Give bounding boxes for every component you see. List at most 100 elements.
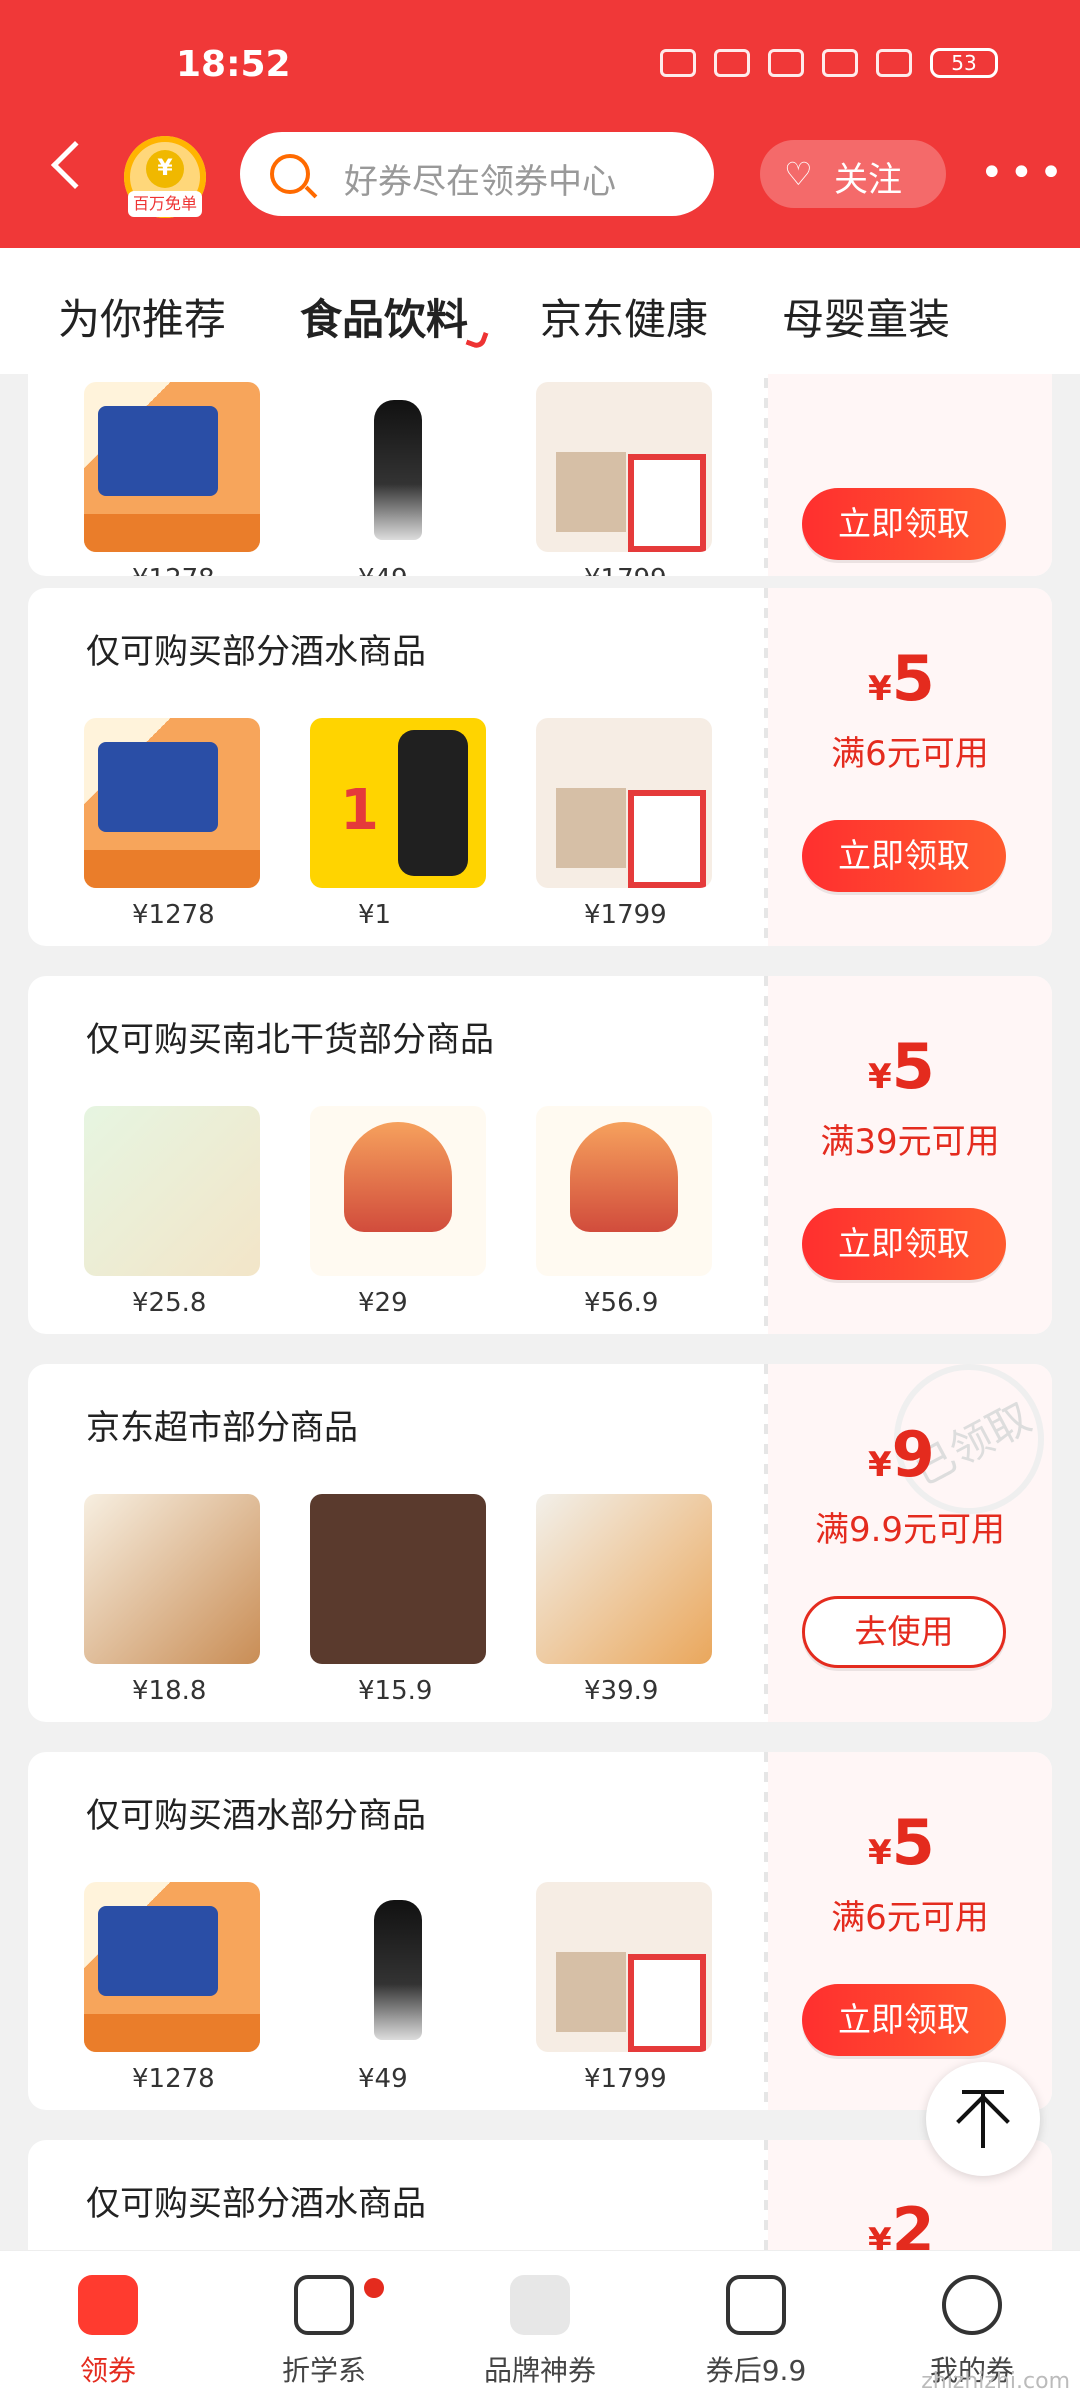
- tab-jd-health[interactable]: 京东健康: [540, 286, 708, 347]
- search-field[interactable]: 好券尽在领券中心: [240, 132, 714, 216]
- coupon-condition: 满6元可用: [831, 734, 989, 774]
- coupon-value: 9: [891, 1418, 935, 1491]
- claim-button[interactable]: 立即领取: [802, 820, 1006, 892]
- battery-icon: 53: [930, 48, 998, 78]
- claim-button[interactable]: 立即领取: [802, 1208, 1006, 1280]
- tab-baby-kids[interactable]: 母婴童装: [782, 286, 950, 347]
- card-title: 仅可购买部分酒水商品: [86, 632, 426, 672]
- notification-dot: [364, 2278, 384, 2298]
- tab-fade: [950, 248, 1080, 374]
- coupon-amount: ¥5: [868, 1030, 935, 1103]
- claim-button[interactable]: 立即领取: [802, 488, 1006, 560]
- nav-label: 折学系: [281, 2354, 366, 2387]
- coupon-card: ¥1278 ¥49 ¥1799 立即领取: [28, 374, 1052, 576]
- coupon-card: 仅可购买南北干货部分商品 ¥25.8 ¥29 ¥56.9 ¥5 满39元可用 立…: [28, 976, 1052, 1334]
- coupon-card: 仅可购买酒水部分商品 ¥1278 ¥49 ¥1799 ¥5 满6元可用 立即领取: [28, 1752, 1052, 2110]
- coupon-value: 5: [891, 1030, 935, 1103]
- card-right: 立即领取: [768, 374, 1052, 576]
- product-item[interactable]: ¥1799: [536, 1882, 712, 2094]
- card-right: ¥5 满39元可用 立即领取: [768, 976, 1052, 1334]
- product-price: ¥25.8: [132, 1288, 207, 1318]
- card-left: 仅可购买酒水部分商品 ¥1278 ¥49 ¥1799: [28, 1752, 764, 2110]
- card-left: ¥1278 ¥49 ¥1799: [28, 374, 764, 576]
- coin-icon: ¥: [146, 150, 184, 188]
- product-item[interactable]: ¥29: [310, 1106, 486, 1318]
- status-time: 18:52: [176, 44, 291, 85]
- product-price: ¥1278: [132, 564, 215, 576]
- coupon-amount: ¥9: [868, 1418, 935, 1491]
- category-tabs: 为你推荐 食品饮料 京东健康 母婴童装: [0, 248, 1080, 374]
- smile-icon: [942, 2275, 1002, 2335]
- yen-symbol: ¥: [868, 669, 892, 709]
- price-tag-icon: [726, 2275, 786, 2335]
- card-right: ¥5 满6元可用 立即领取: [768, 1752, 1052, 2110]
- product-item[interactable]: ¥49: [310, 382, 486, 576]
- product-item[interactable]: ¥1799: [536, 718, 712, 930]
- nav-label: 券后9.9: [705, 2354, 807, 2387]
- coupon-icon: [78, 2275, 138, 2335]
- nav-after-coupon-99[interactable]: 券后9.9: [676, 2267, 836, 2391]
- product-image: [310, 718, 486, 888]
- more-icon[interactable]: •••: [980, 153, 1069, 193]
- follow-label: 关注: [834, 160, 902, 200]
- search-placeholder: 好券尽在领券中心: [344, 162, 616, 202]
- back-to-top-button[interactable]: [926, 2062, 1040, 2176]
- product-item[interactable]: ¥1799: [536, 382, 712, 576]
- claim-button[interactable]: 立即领取: [802, 1984, 1006, 2056]
- product-row: ¥1278 ¥49 ¥1799: [84, 1882, 734, 2094]
- tab-food-drink[interactable]: 食品饮料: [300, 286, 468, 347]
- product-price: ¥1799: [584, 900, 667, 930]
- nav-label: 领券: [79, 2354, 136, 2387]
- product-image: [84, 1882, 260, 2052]
- product-price: ¥1278: [132, 2064, 215, 2094]
- product-item[interactable]: ¥1278: [84, 718, 260, 930]
- product-price: ¥18.8: [132, 1676, 207, 1706]
- yen-symbol: ¥: [868, 1833, 892, 1873]
- card-left: 仅可购买部分酒水商品: [28, 2140, 764, 2250]
- product-item[interactable]: ¥39.9: [536, 1494, 712, 1706]
- nav-brand-coupons[interactable]: 品牌神券: [460, 2267, 620, 2391]
- product-item[interactable]: ¥1278: [84, 382, 260, 576]
- card-title: 仅可购买南北干货部分商品: [86, 1020, 494, 1060]
- product-image: [310, 1494, 486, 1664]
- coupon-value: 2: [891, 2194, 935, 2250]
- coupon-amount: ¥5: [868, 642, 935, 715]
- product-item[interactable]: ¥49: [310, 1882, 486, 2094]
- product-image: [310, 1882, 486, 2052]
- tab-recommend[interactable]: 为你推荐: [58, 286, 226, 347]
- follow-button[interactable]: ♡ 关注: [760, 140, 946, 208]
- card-title: 仅可购买部分酒水商品: [86, 2184, 426, 2224]
- yen-symbol: ¥: [868, 1057, 892, 1097]
- use-button[interactable]: 去使用: [802, 1596, 1006, 1668]
- card-title: 京东超市部分商品: [86, 1408, 358, 1448]
- promo-label: 百万免单: [128, 191, 202, 217]
- product-row: ¥1278 ¥1 ¥1799: [84, 718, 734, 930]
- vibrate-icon: [768, 49, 804, 77]
- product-row: ¥25.8 ¥29 ¥56.9: [84, 1106, 734, 1318]
- coupon-card: 仅可购买部分酒水商品 ¥1278 ¥1 ¥1799 ¥5 满6元可用 立: [28, 588, 1052, 946]
- card-right: ¥5 满6元可用 立即领取: [768, 588, 1052, 946]
- top-bar: 18:52 53 ¥ 百万免单 好券尽在领券中心 ♡ 关注 •••: [0, 0, 1080, 248]
- product-item[interactable]: ¥1278: [84, 1882, 260, 2094]
- coupon-value: 5: [891, 642, 935, 715]
- card-left: 仅可购买南北干货部分商品 ¥25.8 ¥29 ¥56.9: [28, 976, 764, 1334]
- product-item[interactable]: ¥1: [310, 718, 486, 930]
- wifi-icon: [822, 49, 858, 77]
- product-price: ¥1799: [584, 2064, 667, 2094]
- alarm-icon: [714, 49, 750, 77]
- product-price: ¥15.9: [358, 1676, 433, 1706]
- coupon-card: 仅可购买部分酒水商品 ¥2: [28, 2140, 1052, 2250]
- back-button[interactable]: [50, 140, 100, 190]
- product-item[interactable]: ¥18.8: [84, 1494, 260, 1706]
- yen-symbol: ¥: [868, 1445, 892, 1485]
- status-bar: 18:52 53: [0, 0, 1080, 130]
- nav-coupons[interactable]: 领券: [28, 2267, 188, 2391]
- product-image: [84, 718, 260, 888]
- product-image: [310, 1106, 486, 1276]
- product-item[interactable]: ¥25.8: [84, 1106, 260, 1318]
- product-item[interactable]: ¥56.9: [536, 1106, 712, 1318]
- product-item[interactable]: ¥15.9: [310, 1494, 486, 1706]
- nfc-icon: [660, 49, 696, 77]
- z-icon: [294, 2275, 354, 2335]
- product-price: ¥1: [358, 900, 392, 930]
